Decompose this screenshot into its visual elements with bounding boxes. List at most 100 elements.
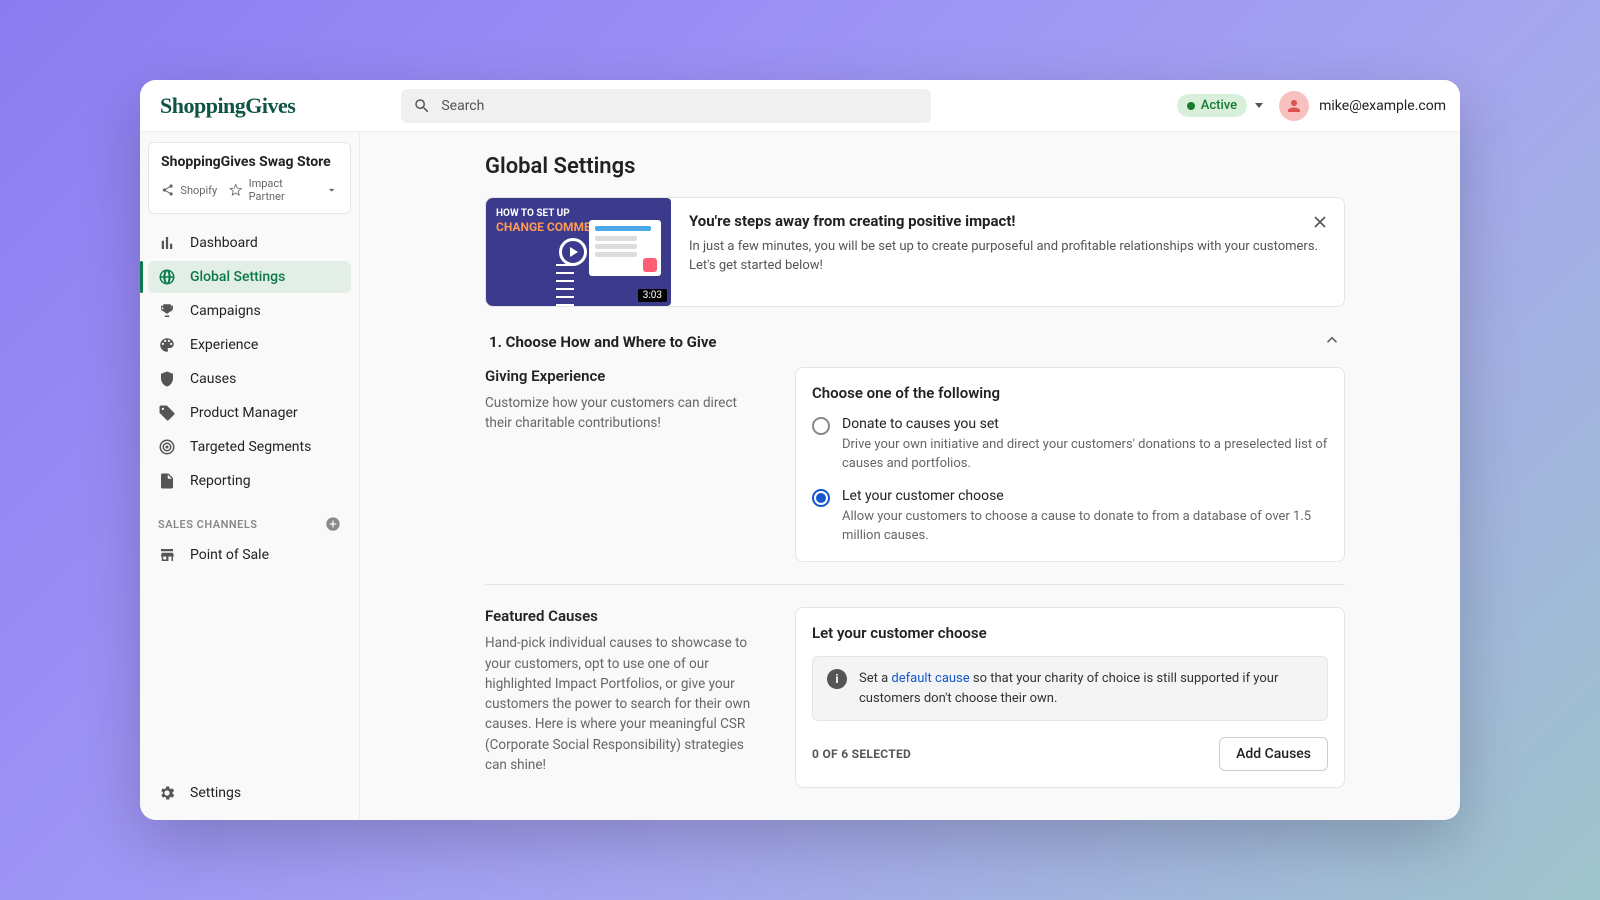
subsection-desc: Hand-pick individual causes to showcase …: [485, 633, 765, 775]
video-thumbnail[interactable]: HOW TO SET UP CHANGE COMMERCE 3:03: [486, 198, 671, 306]
radio-icon: [812, 489, 830, 507]
status-pill[interactable]: Active: [1177, 94, 1247, 117]
globe-icon: [158, 268, 176, 286]
store-icon: [158, 546, 176, 564]
close-button[interactable]: [1310, 212, 1330, 236]
section-title: 1. Choose How and Where to Give: [489, 333, 716, 351]
report-icon: [158, 472, 176, 490]
share-icon: [161, 183, 174, 197]
store-card[interactable]: ShoppingGives Swag Store Shopify Impact …: [148, 142, 351, 214]
sidebar-item-product-manager[interactable]: Product Manager: [148, 397, 351, 429]
store-meta: Shopify Impact Partner: [161, 177, 338, 203]
tag-icon: [158, 404, 176, 422]
sidebar-item-label: Dashboard: [190, 235, 258, 251]
user-menu[interactable]: mike@example.com: [1279, 91, 1446, 121]
sidebar-item-settings[interactable]: Settings: [148, 777, 351, 809]
topbar: ShoppingGives Active mike@example.com: [140, 80, 1460, 132]
plus-circle-icon[interactable]: [325, 516, 341, 532]
subsection-desc: Customize how your customers can direct …: [485, 393, 765, 434]
subsection-heading: Featured Causes: [485, 607, 765, 625]
card-heading: Let your customer choose: [812, 624, 1328, 642]
page-title: Global Settings: [485, 154, 1345, 179]
sidebar-item-label: Targeted Segments: [190, 439, 311, 455]
banner-content: You're steps away from creating positive…: [671, 198, 1344, 306]
radio-option-donate-preset[interactable]: Donate to causes you set Drive your own …: [812, 416, 1328, 474]
star-icon: [229, 183, 242, 197]
user-email: mike@example.com: [1319, 98, 1446, 114]
radio-desc: Drive your own initiative and direct you…: [842, 436, 1328, 474]
target-icon: [158, 438, 176, 456]
video-illustration-ladder: [556, 264, 574, 306]
card-heading: Choose one of the following: [812, 384, 1328, 402]
play-icon: [559, 238, 587, 266]
app-window: ShoppingGives Active mike@example.com: [140, 80, 1460, 820]
sidebar-item-campaigns[interactable]: Campaigns: [148, 295, 351, 327]
palette-icon: [158, 336, 176, 354]
topbar-right: Active mike@example.com: [1177, 91, 1446, 121]
radio-label: Let your customer choose: [842, 488, 1328, 504]
status-dot-icon: [1187, 102, 1195, 110]
featured-causes-card: Let your customer choose i Set a default…: [795, 607, 1345, 788]
search-field[interactable]: [401, 89, 931, 123]
sidebar: ShoppingGives Swag Store Shopify Impact …: [140, 132, 360, 820]
radio-icon: [812, 417, 830, 435]
avatar: [1279, 91, 1309, 121]
sidebar-item-experience[interactable]: Experience: [148, 329, 351, 361]
radio-option-customer-choose[interactable]: Let your customer choose Allow your cust…: [812, 488, 1328, 546]
store-platform: Shopify: [180, 184, 217, 197]
chevron-up-icon: [1323, 331, 1341, 353]
sidebar-item-dashboard[interactable]: Dashboard: [148, 227, 351, 259]
status-label: Active: [1201, 98, 1237, 113]
featured-causes-row: Featured Causes Hand-pick individual cau…: [485, 607, 1345, 810]
trophy-icon: [158, 302, 176, 320]
store-name: ShoppingGives Swag Store: [161, 153, 338, 171]
shield-icon: [158, 370, 176, 388]
sales-channels-header: SALES CHANNELS: [148, 498, 351, 538]
sidebar-item-global-settings[interactable]: Global Settings: [148, 261, 351, 293]
info-callout: i Set a default cause so that your chari…: [812, 656, 1328, 721]
search-icon: [413, 97, 431, 115]
add-causes-button[interactable]: Add Causes: [1219, 737, 1328, 771]
sidebar-item-label: Experience: [190, 337, 258, 353]
section-label-text: SALES CHANNELS: [158, 518, 258, 531]
sidebar-item-reporting[interactable]: Reporting: [148, 465, 351, 497]
main-content: Global Settings HOW TO SET UP CHANGE COM…: [360, 132, 1460, 820]
sidebar-item-pos[interactable]: Point of Sale: [148, 539, 351, 571]
bar-chart-icon: [158, 234, 176, 252]
default-cause-link[interactable]: default cause: [891, 671, 969, 686]
sidebar-item-label: Product Manager: [190, 405, 298, 421]
gear-icon: [158, 784, 176, 802]
video-illustration: [589, 220, 661, 276]
person-icon: [1285, 97, 1303, 115]
banner-desc: In just a few minutes, you will be set u…: [689, 238, 1326, 276]
chevron-down-icon[interactable]: [325, 183, 338, 197]
sidebar-item-label: Settings: [190, 785, 241, 801]
radio-label: Donate to causes you set: [842, 416, 1328, 432]
row-description: Featured Causes Hand-pick individual cau…: [485, 607, 765, 788]
section-accordion-header[interactable]: 1. Choose How and Where to Give: [485, 321, 1345, 367]
giving-experience-row: Giving Experience Customize how your cus…: [485, 367, 1345, 585]
sidebar-item-label: Causes: [190, 371, 236, 387]
info-icon: i: [827, 669, 847, 689]
sidebar-item-label: Reporting: [190, 473, 251, 489]
row-description: Giving Experience Customize how your cus…: [485, 367, 765, 562]
close-icon: [1310, 212, 1330, 232]
info-text: Set a default cause so that your charity…: [859, 669, 1313, 708]
brand-logo: ShoppingGives: [154, 93, 301, 119]
sidebar-item-label: Global Settings: [190, 269, 285, 285]
sidebar-item-causes[interactable]: Causes: [148, 363, 351, 395]
search-input[interactable]: [441, 98, 919, 114]
radio-desc: Allow your customers to choose a cause t…: [842, 508, 1328, 546]
video-duration: 3:03: [638, 289, 667, 302]
store-tier: Impact Partner: [249, 177, 319, 203]
onboarding-banner: HOW TO SET UP CHANGE COMMERCE 3:03 You'r…: [485, 197, 1345, 307]
causes-toolbar: 0 OF 6 SELECTED Add Causes: [812, 737, 1328, 771]
sidebar-item-targeted-segments[interactable]: Targeted Segments: [148, 431, 351, 463]
body: ShoppingGives Swag Store Shopify Impact …: [140, 132, 1460, 820]
sidebar-item-label: Point of Sale: [190, 547, 269, 563]
banner-title: You're steps away from creating positive…: [689, 212, 1326, 230]
chevron-down-icon[interactable]: [1255, 103, 1263, 108]
selected-count: 0 OF 6 SELECTED: [812, 747, 911, 761]
giving-options-card: Choose one of the following Donate to ca…: [795, 367, 1345, 562]
sidebar-item-label: Campaigns: [190, 303, 261, 319]
